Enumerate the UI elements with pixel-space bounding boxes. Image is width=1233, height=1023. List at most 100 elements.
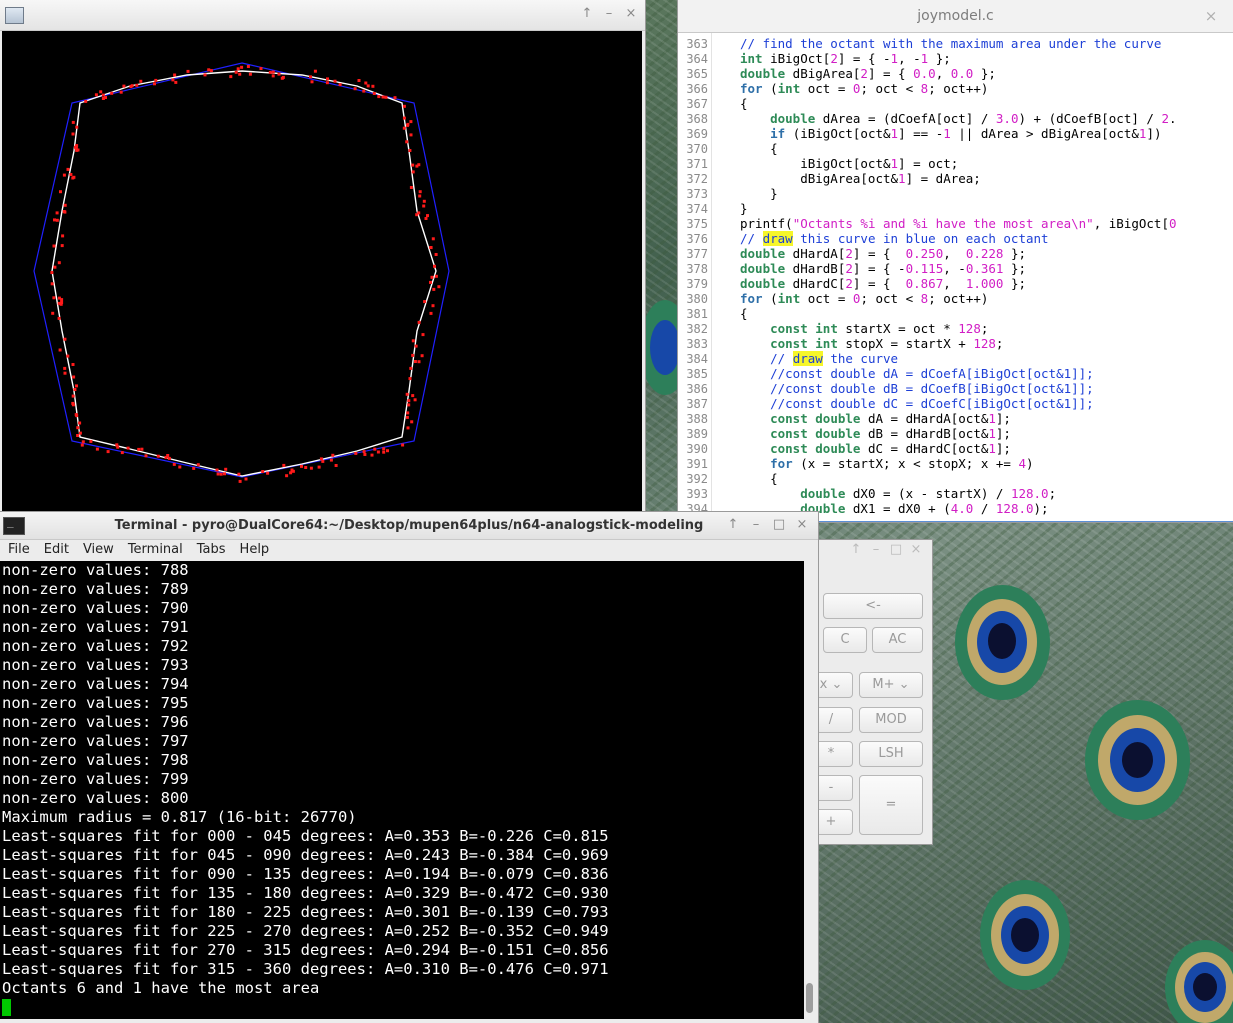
- maximize-button[interactable]: □: [771, 517, 787, 533]
- terminal-titlebar[interactable]: Terminal - pyro@DualCore64:~/Desktop/mup…: [0, 512, 818, 540]
- code-line[interactable]: 370 {: [678, 141, 1233, 156]
- sample-point: [418, 194, 422, 198]
- shade-button[interactable]: ↑: [725, 517, 741, 533]
- menu-tabs[interactable]: Tabs: [189, 540, 232, 561]
- code-text: iBigOct[oct&1] = oct;: [740, 156, 959, 171]
- line-number: 381: [686, 307, 708, 321]
- mplus-dropdown[interactable]: M+ ⌄: [859, 672, 923, 698]
- backspace-button[interactable]: <-: [823, 593, 923, 619]
- plot-window-titlebar[interactable]: ↑ – ×: [0, 0, 645, 31]
- sample-point: [409, 366, 413, 370]
- code-editor-window[interactable]: joymodel.c × 363 // find the octant with …: [678, 0, 1233, 522]
- sample-point: [248, 72, 252, 76]
- sample-point: [52, 296, 56, 300]
- code-text: const int stopX = startX + 128;: [770, 336, 1004, 351]
- lsh-button[interactable]: LSH: [859, 741, 923, 767]
- line-number: 383: [686, 337, 708, 351]
- code-line[interactable]: 367 {: [678, 96, 1233, 111]
- sample-point: [192, 466, 196, 470]
- code-line[interactable]: 377 double dHardA[2] = { 0.250, 0.228 };: [678, 246, 1233, 261]
- code-line[interactable]: 379 double dHardC[2] = { 0.867, 1.000 };: [678, 276, 1233, 291]
- close-button[interactable]: ×: [623, 6, 639, 22]
- code-line[interactable]: 383 const int stopX = startX + 128;: [678, 336, 1233, 351]
- terminal-scrollbar[interactable]: [804, 561, 816, 1019]
- sample-point: [63, 371, 67, 375]
- code-line[interactable]: 382 const int startX = oct * 128;: [678, 321, 1233, 336]
- code-line[interactable]: 375 printf("Octants %i and %i have the mo…: [678, 216, 1233, 231]
- code-line[interactable]: 366 for (int oct = 0; oct < 8; oct++): [678, 81, 1233, 96]
- code-line[interactable]: 386 //const double dB = dCoefB[iBigOct[o…: [678, 381, 1233, 396]
- calculator-window[interactable]: ↑ – □ × <- C AC x ⌄ M+ ⌄ / MOD * LSH - +…: [809, 540, 932, 844]
- code-view[interactable]: 363 // find the octant with the maximum a…: [678, 33, 1233, 522]
- sample-point: [402, 104, 406, 108]
- code-text: // find the octant with the maximum area…: [740, 36, 1162, 51]
- code-line[interactable]: 378 double dHardB[2] = { -0.115, -0.361 }…: [678, 261, 1233, 276]
- minimize-button[interactable]: –: [748, 517, 764, 533]
- menu-view[interactable]: View: [75, 540, 120, 561]
- shade-button[interactable]: ↑: [848, 542, 864, 558]
- code-line[interactable]: 376 // draw this curve in blue on each oc…: [678, 231, 1233, 246]
- code-line[interactable]: 388 const double dA = dHardA[oct&1];: [678, 411, 1233, 426]
- code-line[interactable]: 364 int iBigOct[2] = { -1, -1 };: [678, 51, 1233, 66]
- plot-window[interactable]: ↑ – ×: [0, 0, 645, 512]
- code-line[interactable]: 381 {: [678, 306, 1233, 321]
- code-line[interactable]: 372 dBigArea[oct&1] = dArea;: [678, 171, 1233, 186]
- code-line[interactable]: 384 // draw the curve: [678, 351, 1233, 366]
- shade-button[interactable]: ↑: [579, 6, 595, 22]
- maximize-button[interactable]: □: [888, 542, 904, 558]
- code-line[interactable]: 391 for (x = startX; x < stopX; x += 4): [678, 456, 1233, 471]
- code-line[interactable]: 363 // find the octant with the maximum a…: [678, 36, 1233, 51]
- minimize-button[interactable]: –: [601, 6, 617, 22]
- sample-point: [362, 89, 366, 93]
- editor-tab-title[interactable]: joymodel.c: [678, 8, 1233, 24]
- line-number: 367: [686, 97, 708, 111]
- sample-point: [407, 403, 411, 407]
- code-line[interactable]: 387 //const double dC = dCoefC[iBigOct[o…: [678, 396, 1233, 411]
- mod-button[interactable]: MOD: [859, 707, 923, 733]
- terminal-output[interactable]: non-zero values: 788 non-zero values: 789…: [0, 561, 804, 1019]
- code-line[interactable]: 385 //const double dA = dCoefA[iBigOct[o…: [678, 366, 1233, 381]
- line-number: 386: [686, 382, 708, 396]
- code-line[interactable]: 393 double dX0 = (x - startX) / 128.0;: [678, 486, 1233, 501]
- sample-point: [60, 244, 64, 248]
- sample-point: [410, 420, 414, 424]
- sample-point: [417, 320, 421, 324]
- clear-button[interactable]: C: [823, 627, 867, 653]
- sample-point: [329, 458, 333, 462]
- close-button[interactable]: ×: [908, 542, 924, 558]
- close-tab-button[interactable]: ×: [1203, 8, 1219, 24]
- code-text: const double dA = dHardA[oct&1];: [770, 411, 1011, 426]
- code-line[interactable]: 392 {: [678, 471, 1233, 486]
- sample-point: [57, 261, 61, 265]
- sample-point: [126, 446, 130, 450]
- code-line[interactable]: 369 if (iBigOct[oct&1] == -1 || dArea > …: [678, 126, 1233, 141]
- close-button[interactable]: ×: [794, 517, 810, 533]
- code-line[interactable]: 368 double dArea = (dCoefA[oct] / 3.0) +…: [678, 111, 1233, 126]
- code-line[interactable]: 374}: [678, 201, 1233, 216]
- window-menu-icon[interactable]: [5, 7, 24, 24]
- terminal-output-line: non-zero values: 788: [2, 561, 189, 579]
- code-line[interactable]: 371 iBigOct[oct&1] = oct;: [678, 156, 1233, 171]
- menu-edit[interactable]: Edit: [36, 540, 75, 561]
- equals-button[interactable]: =: [859, 775, 923, 835]
- code-line[interactable]: 390 const double dC = dHardC[oct&1];: [678, 441, 1233, 456]
- menu-file[interactable]: File: [0, 540, 36, 561]
- editor-titlebar[interactable]: joymodel.c ×: [678, 0, 1233, 33]
- sample-point: [81, 440, 85, 444]
- code-line[interactable]: 389 const double dB = dHardB[oct&1];: [678, 426, 1233, 441]
- menu-help[interactable]: Help: [232, 540, 276, 561]
- sample-point: [411, 394, 415, 398]
- line-number: 373: [686, 187, 708, 201]
- all-clear-button[interactable]: AC: [872, 627, 923, 653]
- sample-point: [309, 466, 313, 470]
- calculator-titlebar[interactable]: ↑ – □ ×: [817, 540, 932, 562]
- menu-terminal[interactable]: Terminal: [120, 540, 189, 561]
- minimize-button[interactable]: –: [868, 542, 884, 558]
- sample-point: [55, 211, 59, 215]
- code-line[interactable]: 373 }: [678, 186, 1233, 201]
- terminal-window[interactable]: Terminal - pyro@DualCore64:~/Desktop/mup…: [0, 512, 818, 1023]
- scrollbar-thumb[interactable]: [806, 983, 813, 1013]
- code-line[interactable]: 380 for (int oct = 0; oct < 8; oct++): [678, 291, 1233, 306]
- sample-point: [219, 472, 223, 476]
- code-line[interactable]: 365 double dBigArea[2] = { 0.0, 0.0 };: [678, 66, 1233, 81]
